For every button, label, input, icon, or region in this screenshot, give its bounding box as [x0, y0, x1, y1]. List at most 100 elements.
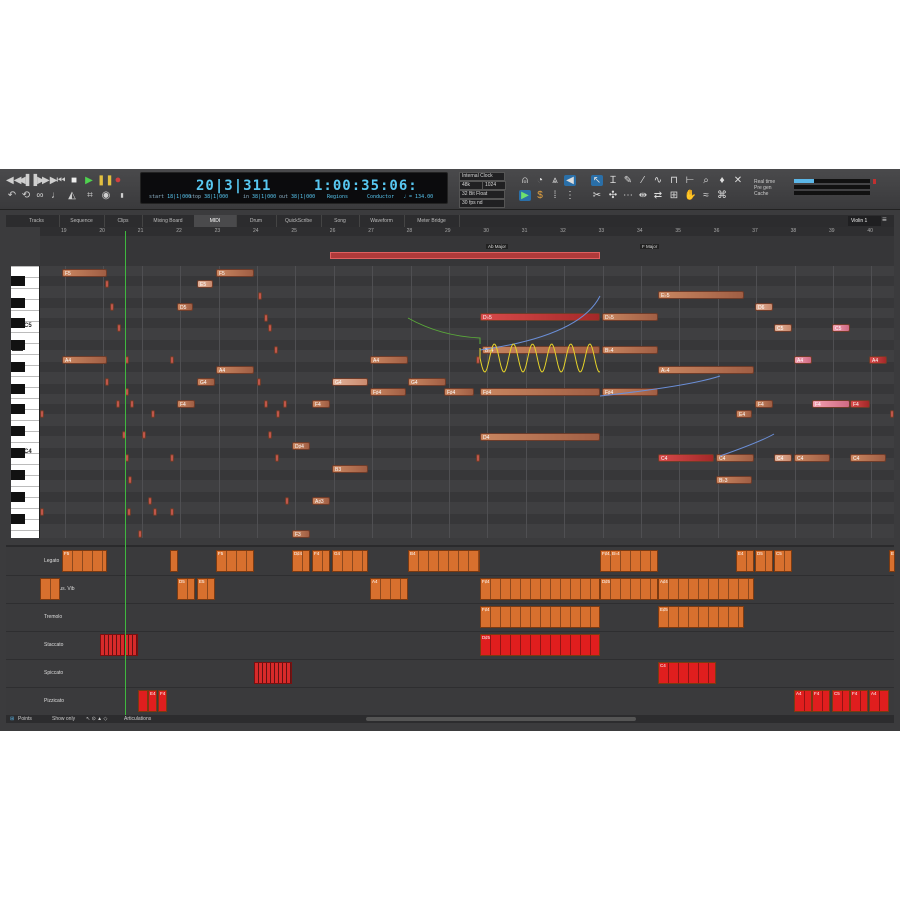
tempo-icon[interactable]: ♩: [50, 191, 62, 201]
stop-value[interactable]: 38|1|000: [204, 194, 228, 200]
key-signature-ab-major[interactable]: Ab Major: [486, 244, 509, 249]
step-record-icon[interactable]: ▶: [519, 190, 531, 201]
conductor-button[interactable]: Conductor: [367, 194, 394, 200]
articulation-block[interactable]: D♯5: [600, 578, 658, 600]
split-tool-icon[interactable]: ⇹: [637, 190, 649, 201]
loop-icon[interactable]: ⟲: [20, 191, 32, 201]
out-value[interactable]: 38|1|000: [291, 194, 315, 200]
rewind-icon[interactable]: ◀◀: [6, 176, 21, 186]
metronome-icon[interactable]: ◭: [66, 191, 78, 201]
pencil-tool-icon[interactable]: ✎: [622, 175, 634, 186]
undo-icon[interactable]: ↶: [6, 191, 18, 201]
click-icon[interactable]: ⍝: [519, 175, 531, 186]
articulation-block[interactable]: C5: [832, 690, 850, 712]
wait-icon[interactable]: ◔: [534, 175, 546, 186]
piano-roll-grid[interactable]: F5 F5 E5 D5 E♭5 D♭5 D♭5 C5 C5 D6 A4 A4 A4 B♭4 B♭4 A4 A4 A…: [40, 266, 894, 538]
curve-tool-icon[interactable]: ∿: [652, 175, 664, 186]
articulation-block[interactable]: E4: [736, 550, 754, 572]
articulation-block[interactable]: D♯5: [480, 634, 600, 656]
articulation-block[interactable]: D5: [177, 578, 195, 600]
articulation-block[interactable]: [254, 662, 292, 684]
bars-icon[interactable]: ▮: [116, 191, 128, 201]
in-value[interactable]: 38|1|000: [252, 194, 276, 200]
overdub-icon[interactable]: ∞: [34, 191, 46, 201]
articulation-block[interactable]: A4: [370, 578, 408, 600]
tab-tracks[interactable]: Tracks: [14, 215, 60, 227]
articulation-block[interactable]: C4: [658, 662, 716, 684]
articulation-block[interactable]: F5: [62, 550, 107, 572]
key-signature-f-major[interactable]: F Major: [640, 244, 660, 249]
scissors-tool-icon[interactable]: ✂: [591, 190, 603, 201]
sample-rate-select[interactable]: 48k: [459, 181, 483, 190]
articulations-button[interactable]: Articulations: [124, 715, 151, 723]
record-button[interactable]: ●: [112, 175, 124, 186]
filter-icons[interactable]: ↖ ⊙ ▲ ◇: [86, 715, 107, 723]
nudge-tool-icon[interactable]: ✣: [607, 190, 619, 201]
horizontal-scrollbar[interactable]: [366, 717, 636, 721]
articulation-block[interactable]: A♯4: [658, 578, 754, 600]
articulation-block[interactable]: [138, 690, 148, 712]
tab-midi[interactable]: MIDI: [194, 215, 237, 227]
articulation-block[interactable]: F4: [158, 690, 167, 712]
lane-staccato[interactable]: Staccato: [6, 631, 894, 660]
quantize-tool-icon[interactable]: ⊞: [668, 190, 680, 201]
zoom-tool-icon[interactable]: ⌕: [700, 175, 712, 186]
articulation-block[interactable]: F♯4: [480, 578, 600, 600]
articulation-block[interactable]: C5: [774, 550, 792, 572]
clock-source-select[interactable]: Internal Clock: [459, 172, 505, 181]
articulation-block[interactable]: A4: [869, 690, 889, 712]
main-counter[interactable]: 20|3|311 1:00:35:06: start 18|1|000 stop…: [140, 172, 448, 204]
lane-tremolo[interactable]: Tremolo: [6, 603, 894, 632]
pattern-icon[interactable]: ⁞: [549, 190, 561, 201]
fold-tool-icon[interactable]: ⇄: [652, 190, 664, 201]
articulation-block[interactable]: [170, 550, 178, 572]
fast-forward-icon[interactable]: ▶▶: [42, 176, 57, 186]
fps-select[interactable]: 30 fps nd: [459, 199, 505, 208]
tab-waveform[interactable]: Waveform: [359, 215, 405, 227]
tab-sequence[interactable]: Sequence: [59, 215, 105, 227]
pause-button[interactable]: ❚❚: [97, 176, 114, 186]
tweak-tool-icon[interactable]: ⌘: [716, 190, 728, 201]
go-to-start-icon[interactable]: ⏮: [55, 176, 67, 186]
ibeam-tool-icon[interactable]: Ɪ: [607, 175, 619, 186]
articulation-block[interactable]: B4: [408, 550, 480, 572]
articulation-block[interactable]: E: [889, 550, 895, 572]
articulation-block[interactable]: F4: [312, 550, 330, 572]
step-back-icon[interactable]: ◀▌: [18, 176, 33, 186]
piano-keyboard[interactable]: C5 B♭4 C4: [11, 266, 40, 538]
hand-tool-icon[interactable]: ✋: [684, 190, 696, 201]
play-button[interactable]: ▶: [83, 176, 95, 186]
start-value[interactable]: 18|1|000: [167, 194, 191, 200]
articulation-block[interactable]: E5: [197, 578, 215, 600]
reshape-tool-icon[interactable]: ⊓: [668, 175, 680, 186]
marker-tool-icon[interactable]: ♦: [716, 175, 728, 186]
stop-button[interactable]: ■: [68, 176, 80, 186]
arrow-tool-icon[interactable]: ↖: [591, 175, 603, 186]
tab-meter-bridge[interactable]: Meter Bridge: [404, 215, 460, 227]
step-forward-icon[interactable]: ▐▶: [30, 176, 45, 186]
menu-icon[interactable]: ≡: [882, 215, 887, 224]
close-icon[interactable]: ✕: [732, 175, 744, 186]
snap-icon[interactable]: $: [534, 190, 546, 201]
articulation-block[interactable]: D♯4: [292, 550, 310, 572]
tab-drum[interactable]: Drum: [236, 215, 277, 227]
punch-icon[interactable]: ⌗: [84, 191, 96, 201]
audition-icon[interactable]: ◀: [564, 175, 576, 186]
mirror-tool-icon[interactable]: ⋯: [622, 190, 634, 201]
points-label[interactable]: Points: [18, 715, 32, 723]
tab-song[interactable]: Song: [321, 215, 360, 227]
articulation-block[interactable]: [100, 634, 138, 656]
line-tool-icon[interactable]: ⁄: [637, 175, 649, 186]
articulation-block[interactable]: G4: [332, 550, 368, 572]
bit-depth-select[interactable]: 32 Bit Float: [459, 190, 505, 199]
articulation-block[interactable]: F4: [850, 690, 868, 712]
trim-tool-icon[interactable]: ⊢: [684, 175, 696, 186]
lane-sord[interactable]: Sord Sus. Vib: [6, 575, 894, 604]
tab-mixing-board[interactable]: Mixing Board: [142, 215, 195, 227]
record-mode-icon[interactable]: ◉: [100, 191, 112, 201]
tab-quickscribe[interactable]: QuickScribe: [276, 215, 322, 227]
track-selector[interactable]: Violin 1: [848, 216, 881, 226]
loop-region[interactable]: [330, 252, 600, 259]
articulation-block[interactable]: F♯4, B♭4: [600, 550, 658, 572]
tab-clips[interactable]: Clips: [104, 215, 143, 227]
